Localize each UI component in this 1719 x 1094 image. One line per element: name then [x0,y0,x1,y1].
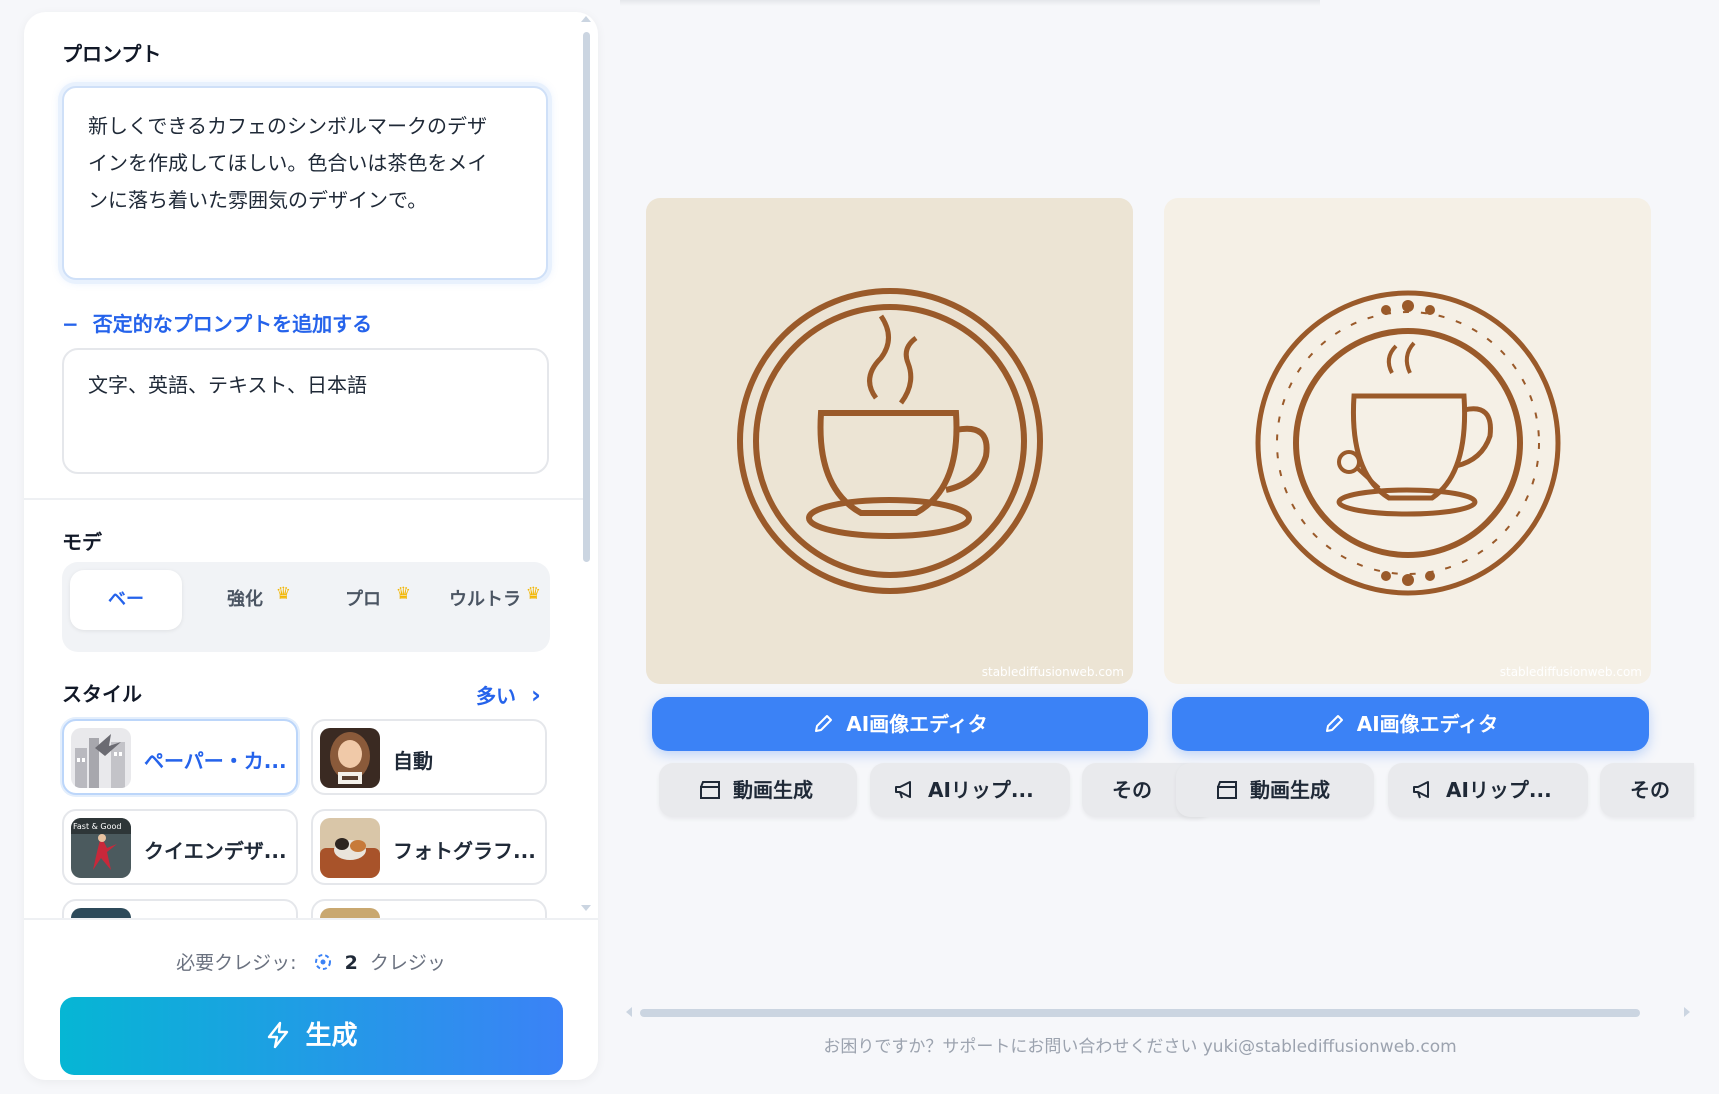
style-card-label: フォトグラフ... [393,839,536,863]
prompt-line-3: ンに落ち着いた雰囲気のデザインで。 [88,188,428,212]
scroll-down-arrow[interactable] [581,905,591,911]
scroll-up-arrow[interactable] [581,16,591,22]
pencil-icon [815,715,833,732]
style-card-label: 自動 [393,749,433,773]
negative-prompt-textarea[interactable]: 文字、英語、テキスト、日本語 [62,348,549,474]
style-card-auto[interactable]: 自動 [311,719,547,795]
settings-panel: プロンプト 新しくできるカフェのシンボルマークのデザ インを作成してほしい。色合… [24,12,598,1080]
style-card-queen-design[interactable]: Fast & Good クイエンデザ... [62,809,298,885]
more-chip-2[interactable]: その [1600,763,1694,817]
prompt-line-2: インを作成してほしい。色合いは茶色をメイ [88,151,488,175]
generate-button[interactable]: 生成 [60,997,563,1075]
support-text: お困りですか？サポートにお問い合わせください yuki@stablediffus… [823,1037,1457,1057]
mode-option-label-wrap: 強化 ♛ [227,585,291,610]
style-title: スタイル [62,682,142,706]
mode-title: モデ [62,530,102,554]
chevron-right-icon: › [530,681,541,709]
style-card-paper[interactable]: ペーパー・カ... [62,719,298,795]
clapperboard-icon [699,763,721,817]
style-card-partial-2[interactable] [311,899,547,918]
crown-icon: ♛ [395,584,411,604]
panel-footer: 必要クレジッ: 2 クレジッ 生成 [24,918,598,1080]
action-label: 動画生成 [733,778,813,802]
lightning-icon [268,1021,289,1049]
action-label: AIリップ... [928,778,1034,802]
thumb-overlay-text: Fast & Good [73,822,121,831]
action-label: その [1630,778,1670,802]
mode-option-enhanced[interactable]: 強化 ♛ [194,570,296,630]
result-image-2[interactable]: stablediffusionweb.com [1164,198,1651,684]
scroll-left-arrow[interactable] [626,1007,632,1017]
result-image-1[interactable]: stablediffusionweb.com [646,198,1133,684]
girl-portrait-thumbnail [320,728,380,788]
credits-unit: クレジッ [369,952,446,974]
mode-option-label: ウルトラ [449,589,521,610]
clapperboard-icon [1216,763,1238,817]
prompt-title: プロンプト [62,42,162,66]
style-more-link[interactable]: 多い › [476,680,541,709]
panel-scrollbar-thumb[interactable] [583,32,590,562]
megaphone-icon [1412,763,1434,817]
minus-icon: − [62,312,79,336]
style-card-partial-1[interactable] [62,899,298,918]
negative-prompt-toggle-label: 否定的なプロンプトを追加する [92,312,373,336]
editor-label: AI画像エディタ [846,712,988,736]
ai-image-editor-button-1[interactable]: AI画像エディタ [652,697,1148,751]
mode-option-label: ベー [108,589,144,610]
top-shadow [620,0,1320,6]
pencil-icon [1325,715,1343,732]
section-divider [24,498,584,500]
style-card-label: ペーパー・カ... [144,749,287,773]
credits-value: 2 [344,952,358,974]
mode-option-pro[interactable]: プロ ♛ [312,570,414,630]
watermark: stablediffusionweb.com [982,665,1124,679]
dancer-magazine-thumbnail: Fast & Good [71,818,131,878]
action-label: AIリップ... [1446,778,1552,802]
megaphone-icon [894,763,916,817]
prompt-textarea[interactable]: 新しくできるカフェのシンボルマークのデザ インを作成してほしい。色合いは茶色をメ… [62,86,548,280]
prompt-line-1: 新しくできるカフェのシンボルマークのデザ [88,114,487,138]
ai-lipsync-chip-1[interactable]: AIリップ... [870,763,1070,817]
coffee-emblem-image: stablediffusionweb.com [1164,198,1651,684]
required-credits: 必要クレジッ: 2 クレジッ [24,948,598,975]
editor-label: AI画像エディタ [1356,712,1499,736]
credits-label: 必要クレジッ: [176,952,297,974]
style-card-label: クイエンデザ... [144,839,287,863]
action-label: その [1112,778,1152,802]
mode-option-label-wrap: ウルトラ ♛ [449,585,541,610]
mode-option-label: 強化 [227,589,263,610]
coffee-emblem-image: stablediffusionweb.com [646,198,1133,684]
ai-lipsync-chip-2[interactable]: AIリップ... [1388,763,1588,817]
paper-art-thumbnail [71,728,131,788]
mode-option-base[interactable]: ベー [70,570,182,630]
dog-photo-thumbnail [320,818,380,878]
video-generate-chip-1[interactable]: 動画生成 [659,763,857,817]
style-thumbnail [71,908,131,918]
credit-icon [314,954,331,970]
mode-selector: ベー 強化 ♛ プロ ♛ ウルトラ ♛ [62,562,550,652]
mode-option-label-wrap: プロ ♛ [345,585,411,610]
generate-label: 生成 [305,1021,358,1051]
action-label: 動画生成 [1250,778,1330,802]
mode-option-ultra[interactable]: ウルトラ ♛ [428,570,542,630]
horizontal-scrollbar[interactable] [640,1009,1640,1017]
style-more-label: 多い [476,684,516,708]
crown-icon: ♛ [525,584,541,604]
settings-scroll-area[interactable]: プロンプト 新しくできるカフェのシンボルマークのデザ インを作成してほしい。色合… [24,12,598,918]
negative-prompt-toggle[interactable]: − 否定的なプロンプトを追加する [62,308,372,337]
ai-image-editor-button-2[interactable]: AI画像エディタ [1172,697,1649,751]
crown-icon: ♛ [275,584,291,604]
video-generate-chip-2[interactable]: 動画生成 [1176,763,1374,817]
watermark: stablediffusionweb.com [1500,665,1642,679]
style-card-photograph[interactable]: フォトグラフ... [311,809,547,885]
scroll-right-arrow[interactable] [1684,1007,1690,1017]
mode-option-label: プロ [345,589,381,610]
style-thumbnail [320,908,380,918]
